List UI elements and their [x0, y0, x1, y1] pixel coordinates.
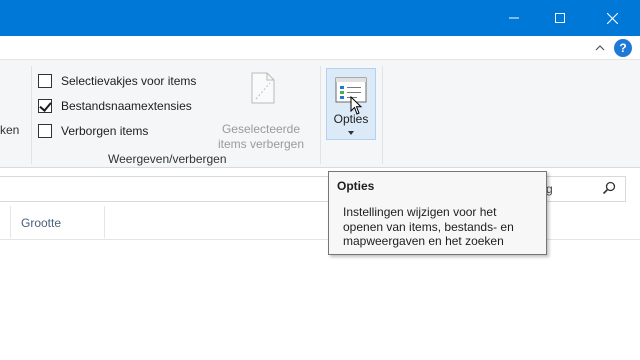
- column-header-size[interactable]: Grootte: [21, 216, 61, 230]
- maximize-icon: [555, 13, 565, 23]
- group-label-show-hide: Weergeven/verbergen: [108, 152, 227, 166]
- hide-selected-label: Geselecteerde items verbergen: [212, 122, 310, 152]
- tooltip-line: Instellingen wijzigen voor het: [343, 205, 497, 219]
- title-bar: [0, 0, 640, 36]
- column-divider[interactable]: [10, 206, 11, 238]
- search-icon[interactable]: [602, 181, 616, 195]
- tooltip-title: Opties: [337, 179, 375, 193]
- hide-selected-label-line2: items verbergen: [217, 137, 305, 151]
- group-separator: [320, 66, 321, 164]
- checkbox[interactable]: [38, 124, 52, 138]
- tooltip-line: openen van items, bestands- en: [343, 219, 514, 234]
- hide-document-icon: [251, 72, 275, 104]
- group-separator: [382, 66, 383, 164]
- checkbox-item-checkboxes[interactable]: Selectievakjes voor items: [38, 72, 196, 90]
- tooltip-line: mapweergaven en het zoeken: [343, 234, 504, 248]
- minimize-ribbon-button[interactable]: [592, 40, 608, 56]
- partial-ribbon-label: ken: [0, 123, 20, 137]
- minimize-icon: [509, 17, 519, 19]
- checkbox-checked[interactable]: [38, 99, 52, 113]
- checkbox-hidden-items[interactable]: Verborgen items: [38, 122, 148, 140]
- tooltip-body: Instellingen wijzigen voor het openen va…: [343, 205, 543, 249]
- options-tooltip: Opties Instellingen wijzigen voor het op…: [328, 171, 547, 255]
- close-button[interactable]: [588, 0, 636, 36]
- maximize-button[interactable]: [536, 0, 584, 36]
- minimize-button[interactable]: [490, 0, 538, 36]
- mouse-cursor-icon: [350, 96, 363, 115]
- help-button[interactable]: ?: [614, 39, 632, 57]
- checkbox-label: Bestandsnaamextensies: [61, 99, 192, 113]
- dropdown-arrow-icon: [348, 131, 354, 135]
- group-separator: [31, 66, 32, 164]
- ribbon: ken Selectievakjes voor items Bestandsna…: [0, 60, 640, 168]
- chevron-up-icon: [595, 45, 605, 51]
- column-divider[interactable]: [104, 206, 105, 238]
- checkbox[interactable]: [38, 74, 52, 88]
- checkbox-file-extensions[interactable]: Bestandsnaamextensies: [38, 97, 192, 115]
- search-box-partial-text[interactable]: g: [546, 182, 553, 196]
- close-icon: [606, 12, 618, 24]
- checkbox-label: Selectievakjes voor items: [61, 74, 197, 88]
- ribbon-tab-strip: ?: [0, 36, 640, 60]
- checkbox-label: Verborgen items: [61, 124, 149, 138]
- hide-selected-items-button[interactable]: Geselecteerde items verbergen: [212, 70, 310, 154]
- hide-selected-label-line1: Geselecteerde: [221, 122, 301, 136]
